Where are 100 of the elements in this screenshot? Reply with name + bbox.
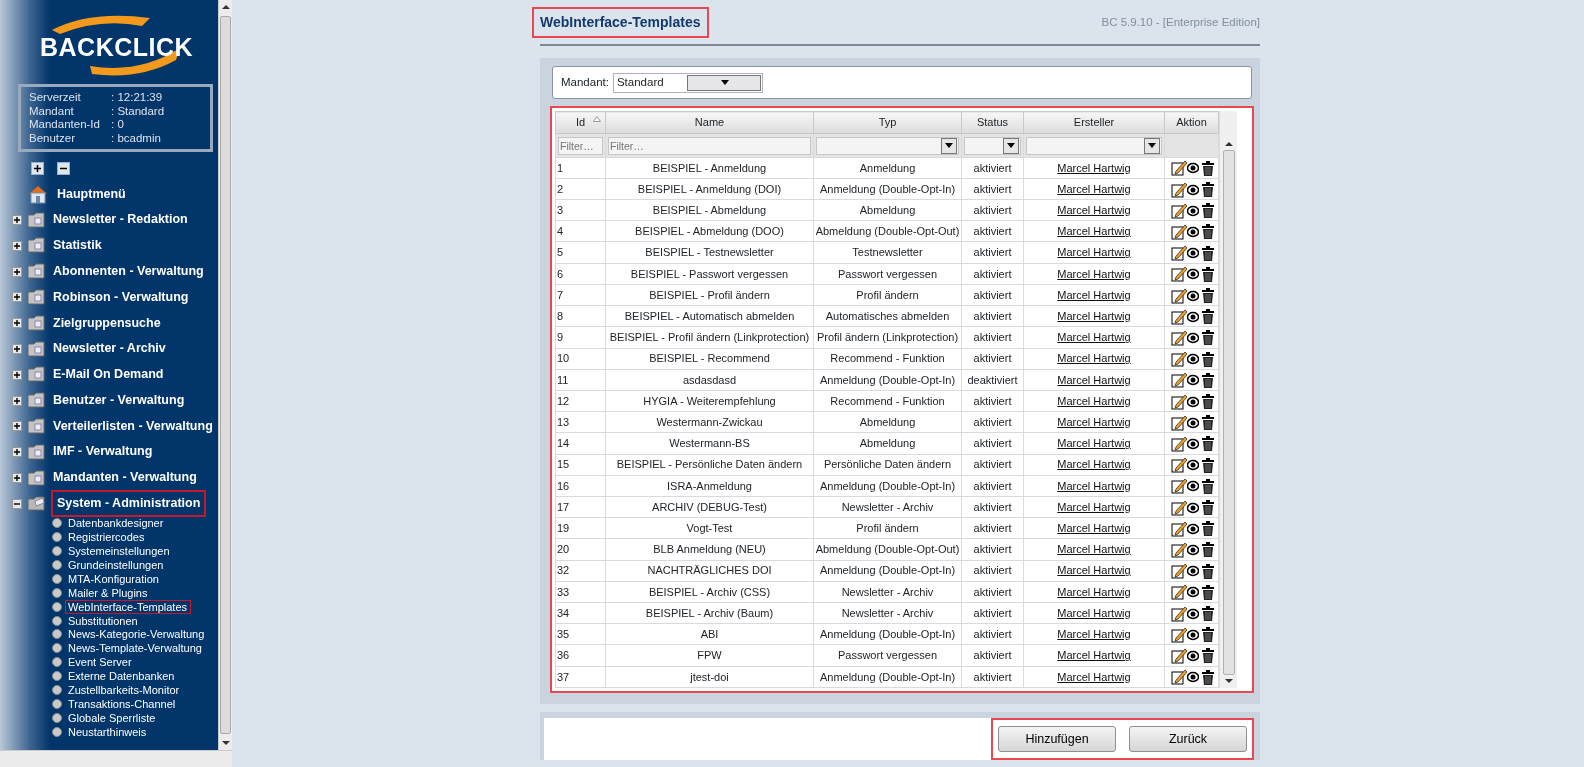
eye-icon[interactable] — [1187, 522, 1199, 535]
nav-item[interactable]: E-Mail On Demand — [53, 365, 164, 384]
submenu-item[interactable]: Externe Datenbanken — [66, 670, 178, 683]
column-header[interactable]: Status — [961, 111, 1024, 134]
submenu-item[interactable]: Globale Sperrliste — [66, 711, 159, 724]
submenu-item[interactable]: Grundeinstellungen — [66, 558, 167, 571]
trash-icon[interactable] — [1201, 330, 1215, 346]
trash-icon[interactable] — [1201, 606, 1215, 622]
eye-icon[interactable] — [1187, 607, 1199, 620]
eye-icon[interactable] — [1187, 437, 1199, 450]
submenu-item[interactable]: MTA-Konfiguration — [66, 572, 162, 585]
scroll-down-icon[interactable] — [1224, 678, 1233, 684]
trash-icon[interactable] — [1201, 309, 1215, 325]
trash-icon[interactable] — [1201, 288, 1215, 304]
eye-icon[interactable] — [1187, 183, 1199, 196]
edit-icon[interactable] — [1171, 648, 1187, 664]
trash-icon[interactable] — [1201, 160, 1215, 176]
edit-icon[interactable] — [1171, 351, 1187, 368]
expand-all-icon[interactable] — [31, 162, 44, 175]
action-button[interactable]: Hinzufügen — [998, 726, 1116, 752]
nav-item[interactable]: Verteilerlisten - Verwaltung — [53, 416, 213, 436]
horizontal-scrollbar[interactable] — [0, 750, 232, 767]
eye-icon[interactable] — [1187, 353, 1199, 366]
nav-item[interactable]: System - Administration — [53, 492, 205, 515]
expand-icon[interactable] — [12, 318, 22, 329]
expand-icon[interactable] — [12, 292, 22, 303]
edit-icon[interactable] — [1171, 626, 1187, 643]
submenu-item[interactable]: News-Kategorie-Verwaltung — [66, 628, 208, 641]
submenu-item[interactable]: Registriercodes — [66, 531, 148, 544]
column-header[interactable]: Ersteller — [1023, 111, 1165, 134]
trash-icon[interactable] — [1201, 584, 1215, 600]
column-header[interactable]: Id — [555, 111, 606, 134]
column-header[interactable]: Name — [605, 111, 814, 134]
edit-icon[interactable] — [1171, 223, 1187, 240]
eye-icon[interactable] — [1187, 416, 1199, 429]
nav-item[interactable]: Mandanten - Verwaltung — [53, 468, 197, 488]
expand-icon[interactable] — [12, 344, 22, 354]
nav-item[interactable]: Benutzer - Verwaltung — [53, 390, 185, 410]
submenu-item[interactable]: Mailer & Plugins — [66, 586, 151, 599]
eye-icon[interactable] — [1187, 586, 1199, 599]
eye-icon[interactable] — [1187, 162, 1199, 175]
collapse-all-icon[interactable] — [57, 162, 70, 175]
eye-icon[interactable] — [1187, 204, 1199, 217]
filter-field[interactable]: Filter… — [558, 136, 603, 155]
expand-icon[interactable] — [12, 473, 22, 483]
eye-icon[interactable] — [1187, 247, 1199, 260]
filter-select[interactable] — [964, 136, 1021, 155]
edit-icon[interactable] — [1171, 329, 1187, 346]
submenu-item[interactable]: Zustellbarkeits-Monitor — [66, 684, 183, 696]
edit-icon[interactable] — [1171, 435, 1187, 452]
table-scrollbar[interactable] — [1219, 111, 1237, 688]
nav-item[interactable]: Robinson - Verwaltung — [53, 287, 189, 307]
filter-select[interactable] — [816, 136, 959, 155]
submenu-item[interactable]: WebInterface-Templates — [66, 600, 191, 613]
scrollbar[interactable] — [218, 0, 232, 750]
trash-icon[interactable] — [1201, 478, 1215, 494]
trash-icon[interactable] — [1201, 415, 1215, 431]
nav-item[interactable]: Zielgruppensuche — [53, 313, 161, 333]
trash-icon[interactable] — [1201, 627, 1215, 643]
edit-icon[interactable] — [1171, 457, 1187, 474]
trash-icon[interactable] — [1201, 436, 1215, 452]
filter-select[interactable] — [1026, 136, 1162, 155]
submenu-item[interactable]: Event Server — [66, 656, 135, 669]
scroll-up-icon[interactable] — [221, 4, 230, 10]
expand-icon[interactable] — [12, 266, 22, 277]
trash-icon[interactable] — [1201, 351, 1215, 367]
trash-icon[interactable] — [1201, 521, 1215, 537]
trash-icon[interactable] — [1201, 648, 1215, 664]
column-header[interactable]: Typ — [813, 111, 962, 134]
nav-item[interactable]: Abonnenten - Verwaltung — [53, 261, 204, 281]
eye-icon[interactable] — [1187, 459, 1199, 472]
column-header[interactable]: Aktion — [1164, 111, 1219, 134]
expand-icon[interactable] — [12, 421, 22, 432]
trash-icon[interactable] — [1201, 500, 1215, 516]
eye-icon[interactable] — [1187, 501, 1199, 514]
trash-icon[interactable] — [1201, 669, 1215, 685]
trash-icon[interactable] — [1201, 457, 1215, 473]
filter-field[interactable]: Filter… — [608, 136, 811, 155]
trash-icon[interactable] — [1201, 266, 1215, 282]
nav-item[interactable]: IMF - Verwaltung — [53, 442, 153, 462]
eye-icon[interactable] — [1187, 565, 1199, 578]
expand-icon[interactable] — [12, 447, 22, 458]
nav-item[interactable]: Newsletter - Redaktion — [53, 210, 188, 230]
expand-icon[interactable] — [12, 369, 22, 380]
submenu-item[interactable]: Transaktions-Channel — [66, 697, 179, 710]
nav-item[interactable]: Hauptmenü — [57, 184, 126, 204]
submenu-item[interactable]: Datenbankdesigner — [66, 517, 167, 530]
trash-icon[interactable] — [1201, 224, 1215, 240]
nav-item[interactable]: Newsletter - Archiv — [53, 339, 166, 359]
eye-icon[interactable] — [1187, 650, 1199, 662]
trash-icon[interactable] — [1201, 372, 1215, 388]
trash-icon[interactable] — [1201, 542, 1215, 558]
trash-icon[interactable] — [1201, 182, 1215, 197]
eye-icon[interactable] — [1187, 268, 1199, 281]
eye-icon[interactable] — [1187, 310, 1199, 323]
expand-icon[interactable] — [12, 215, 22, 225]
eye-icon[interactable] — [1187, 671, 1199, 684]
submenu-item[interactable]: Systemeinstellungen — [66, 545, 173, 558]
eye-icon[interactable] — [1187, 331, 1199, 344]
scroll-up-icon[interactable] — [1224, 141, 1233, 147]
